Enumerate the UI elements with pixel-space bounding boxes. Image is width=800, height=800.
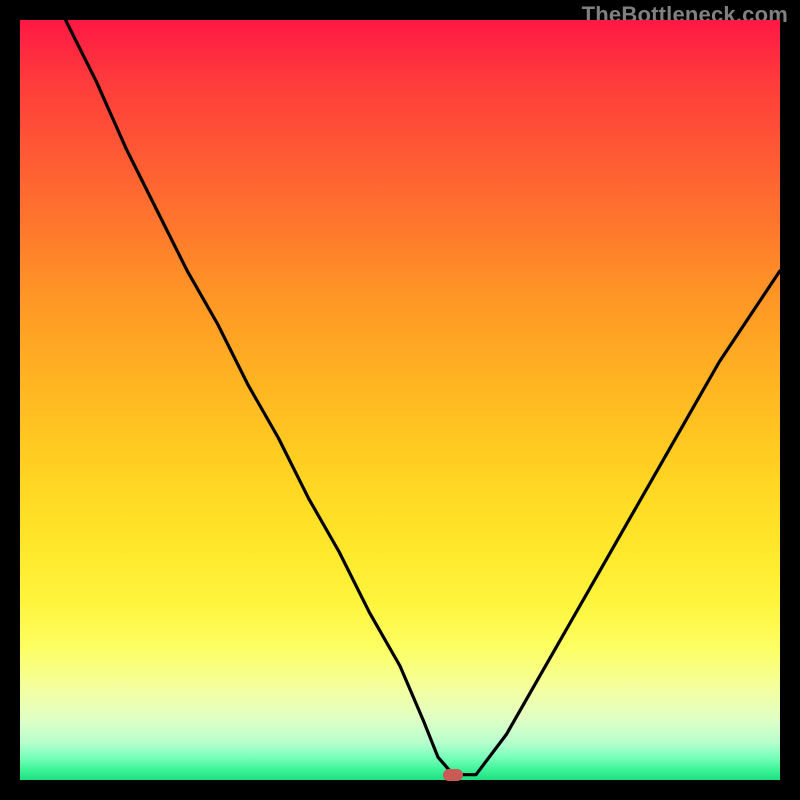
chart-frame: TheBottleneck.com: [0, 0, 800, 800]
optimum-marker: [443, 769, 463, 781]
bottleneck-curve: [20, 20, 780, 780]
plot-area: [20, 20, 780, 780]
curve-path: [66, 20, 780, 775]
